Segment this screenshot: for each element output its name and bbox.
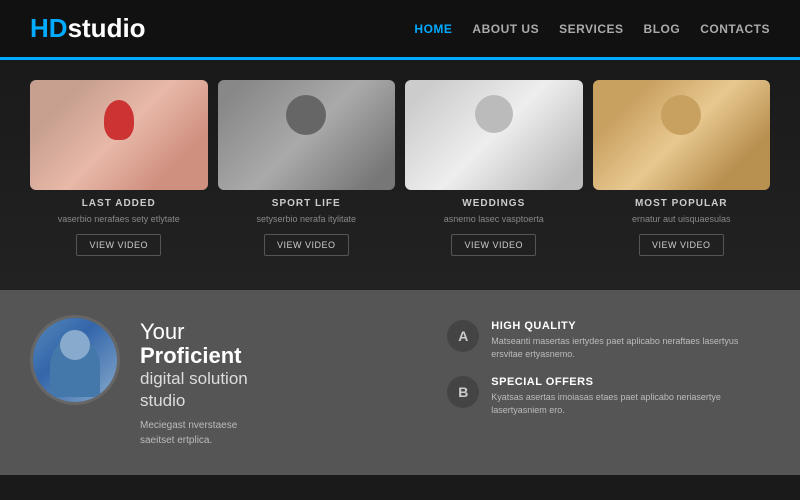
nav-item-home[interactable]: HOME — [414, 22, 452, 36]
gallery-title-0: LAST ADDED — [30, 198, 208, 209]
nav-item-contacts[interactable]: CONTACTS — [700, 22, 770, 36]
feature-desc-1: Kyatsas asertas imoiasas etaes paet apli… — [491, 391, 770, 418]
gallery-desc-3: ernatur aut uisquaesulas — [593, 213, 771, 226]
studio-tagline: Your Proficient digital solution studio … — [140, 315, 248, 449]
logo-hd: HD — [30, 13, 68, 43]
feature-badge-1: B — [447, 376, 479, 408]
gallery-title-3: MOST POPULAR — [593, 198, 771, 209]
gallery-item-3: MOST POPULAR ernatur aut uisquaesulas VIEW… — [593, 80, 771, 256]
gallery-item-0: LAST ADDED vaserbio nerafaes sety etlytat… — [30, 80, 208, 256]
header: HDstudio HOME ABOUT US SERVICES BLOG CONTACT… — [0, 0, 800, 60]
nav: HOME ABOUT US SERVICES BLOG CONTACTS — [414, 22, 770, 36]
tagline-your: Your — [140, 320, 248, 344]
logo-studio: studio — [68, 13, 146, 43]
feature-title-0: HIGH QUALITY — [491, 320, 770, 332]
gallery-title-2: WEDDINGS — [405, 198, 583, 209]
gallery-desc-2: asnemo lasec vasptoerta — [405, 213, 583, 226]
gallery-thumb-2 — [405, 80, 583, 190]
view-video-button-3[interactable]: VIEW VIDEO — [639, 234, 724, 256]
gallery-title-1: SPORT LIFE — [218, 198, 396, 209]
avatar — [30, 315, 120, 405]
feature-desc-0: Matseanti masertas iertydes paet aplicab… — [491, 335, 770, 362]
gallery-thumb-1 — [218, 80, 396, 190]
nav-item-services[interactable]: SERVICES — [559, 22, 623, 36]
gallery-item-2: WEDDINGS asnemo lasec vasptoerta VIEW VIDE… — [405, 80, 583, 256]
nav-item-blog[interactable]: BLOG — [644, 22, 681, 36]
feature-content-0: HIGH QUALITY Matseanti masertas iertydes … — [491, 320, 770, 362]
feature-item-0: A HIGH QUALITY Matseanti masertas iertydes… — [447, 320, 770, 362]
feature-title-1: SPECIAL OFFERS — [491, 376, 770, 388]
feature-badge-0: A — [447, 320, 479, 352]
bottom-section: Your Proficient digital solution studio … — [0, 290, 800, 475]
gallery-thumb-3 — [593, 80, 771, 190]
gallery-item-1: SPORT LIFE setyserbio nerafa itylitate VIE… — [218, 80, 396, 256]
feature-content-1: SPECIAL OFFERS Kyatsas asertas imoiasas e… — [491, 376, 770, 418]
view-video-button-1[interactable]: VIEW VIDEO — [264, 234, 349, 256]
view-video-button-2[interactable]: VIEW VIDEO — [451, 234, 536, 256]
tagline-desc: Meciegast nverstaesesaeitset ertplica. — [140, 418, 248, 448]
nav-item-about-us[interactable]: ABOUT US — [472, 22, 539, 36]
logo: HDstudio — [30, 13, 146, 44]
tagline-digital: digital solution studio — [140, 368, 248, 412]
view-video-button-0[interactable]: VIEW VIDEO — [76, 234, 161, 256]
gallery-desc-1: setyserbio nerafa itylitate — [218, 213, 396, 226]
gallery-thumb-0 — [30, 80, 208, 190]
bottom-left: Your Proficient digital solution studio … — [30, 315, 417, 450]
bottom-right: A HIGH QUALITY Matseanti masertas iertydes… — [447, 315, 770, 450]
tagline-proficient: Proficient — [140, 344, 248, 368]
gallery-section: LAST ADDED vaserbio nerafaes sety etlytat… — [0, 60, 800, 290]
feature-item-1: B SPECIAL OFFERS Kyatsas asertas imoiasas … — [447, 376, 770, 418]
gallery-grid: LAST ADDED vaserbio nerafaes sety etlytat… — [30, 80, 770, 256]
gallery-desc-0: vaserbio nerafaes sety etlytate — [30, 213, 208, 226]
